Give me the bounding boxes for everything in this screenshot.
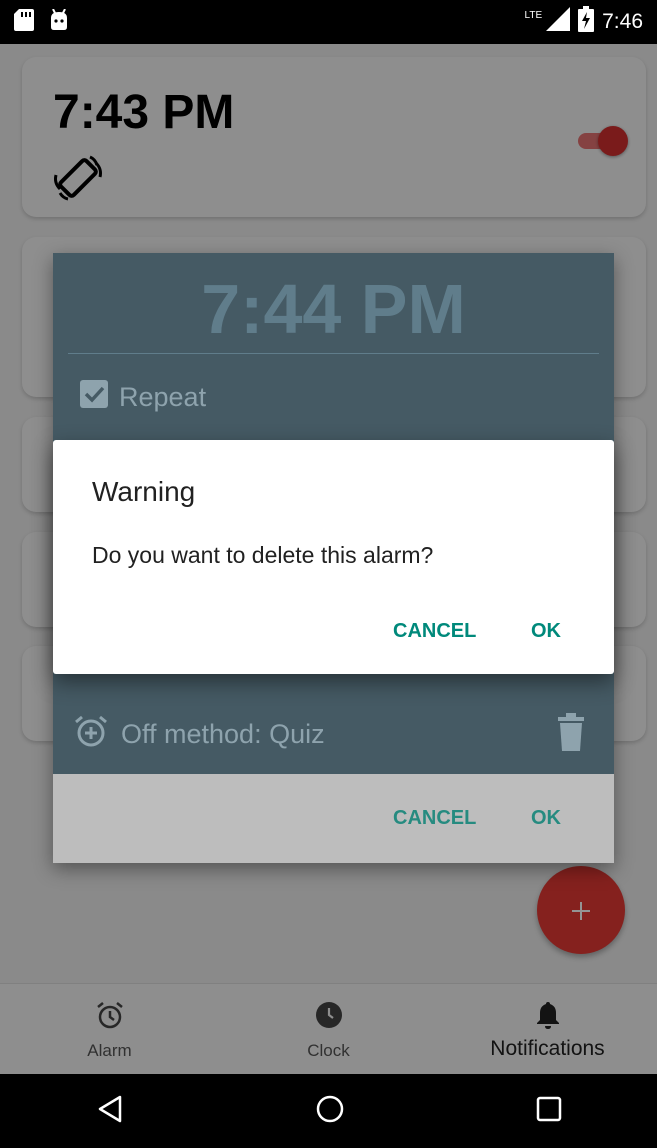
edit-ok-button[interactable]: OK (531, 807, 561, 830)
trash-icon[interactable] (556, 713, 586, 756)
android-debug-icon (48, 8, 70, 36)
dialog-message: Do you want to delete this alarm? (92, 542, 434, 568)
ok-button[interactable]: OK (531, 620, 561, 643)
back-icon[interactable] (96, 1094, 124, 1129)
sd-card-icon (14, 8, 34, 36)
home-icon[interactable] (315, 1094, 345, 1129)
off-method-label: Off method: Quiz (121, 719, 325, 749)
repeat-checkbox-row[interactable]: Repeat (79, 379, 206, 416)
edit-dialog-footer: CANCEL OK (53, 774, 614, 863)
repeat-label: Repeat (119, 382, 207, 412)
alarm-add-icon (73, 713, 109, 756)
warning-dialog: Warning Do you want to delete this alarm… (53, 440, 614, 674)
checkbox-checked-icon (79, 379, 109, 416)
status-time: 7:46 (602, 10, 643, 33)
network-type: LTE (524, 9, 543, 21)
edit-cancel-button[interactable]: CANCEL (393, 807, 476, 830)
recents-icon[interactable] (536, 1096, 562, 1127)
off-method-row[interactable]: Off method: Quiz (73, 713, 325, 756)
dialog-title: Warning (92, 476, 196, 507)
battery-charging-icon (578, 6, 595, 38)
edit-alarm-time[interactable]: 7:44 PM (53, 269, 614, 349)
system-navigation-bar (0, 1074, 657, 1148)
signal-icon (546, 7, 571, 37)
cancel-button[interactable]: CANCEL (393, 620, 476, 643)
divider (68, 353, 599, 354)
status-bar: LTE 7:46 (0, 0, 657, 44)
screen: LTE 7:46 7:43 PM Alarm Clock Notificatio… (0, 0, 657, 1148)
